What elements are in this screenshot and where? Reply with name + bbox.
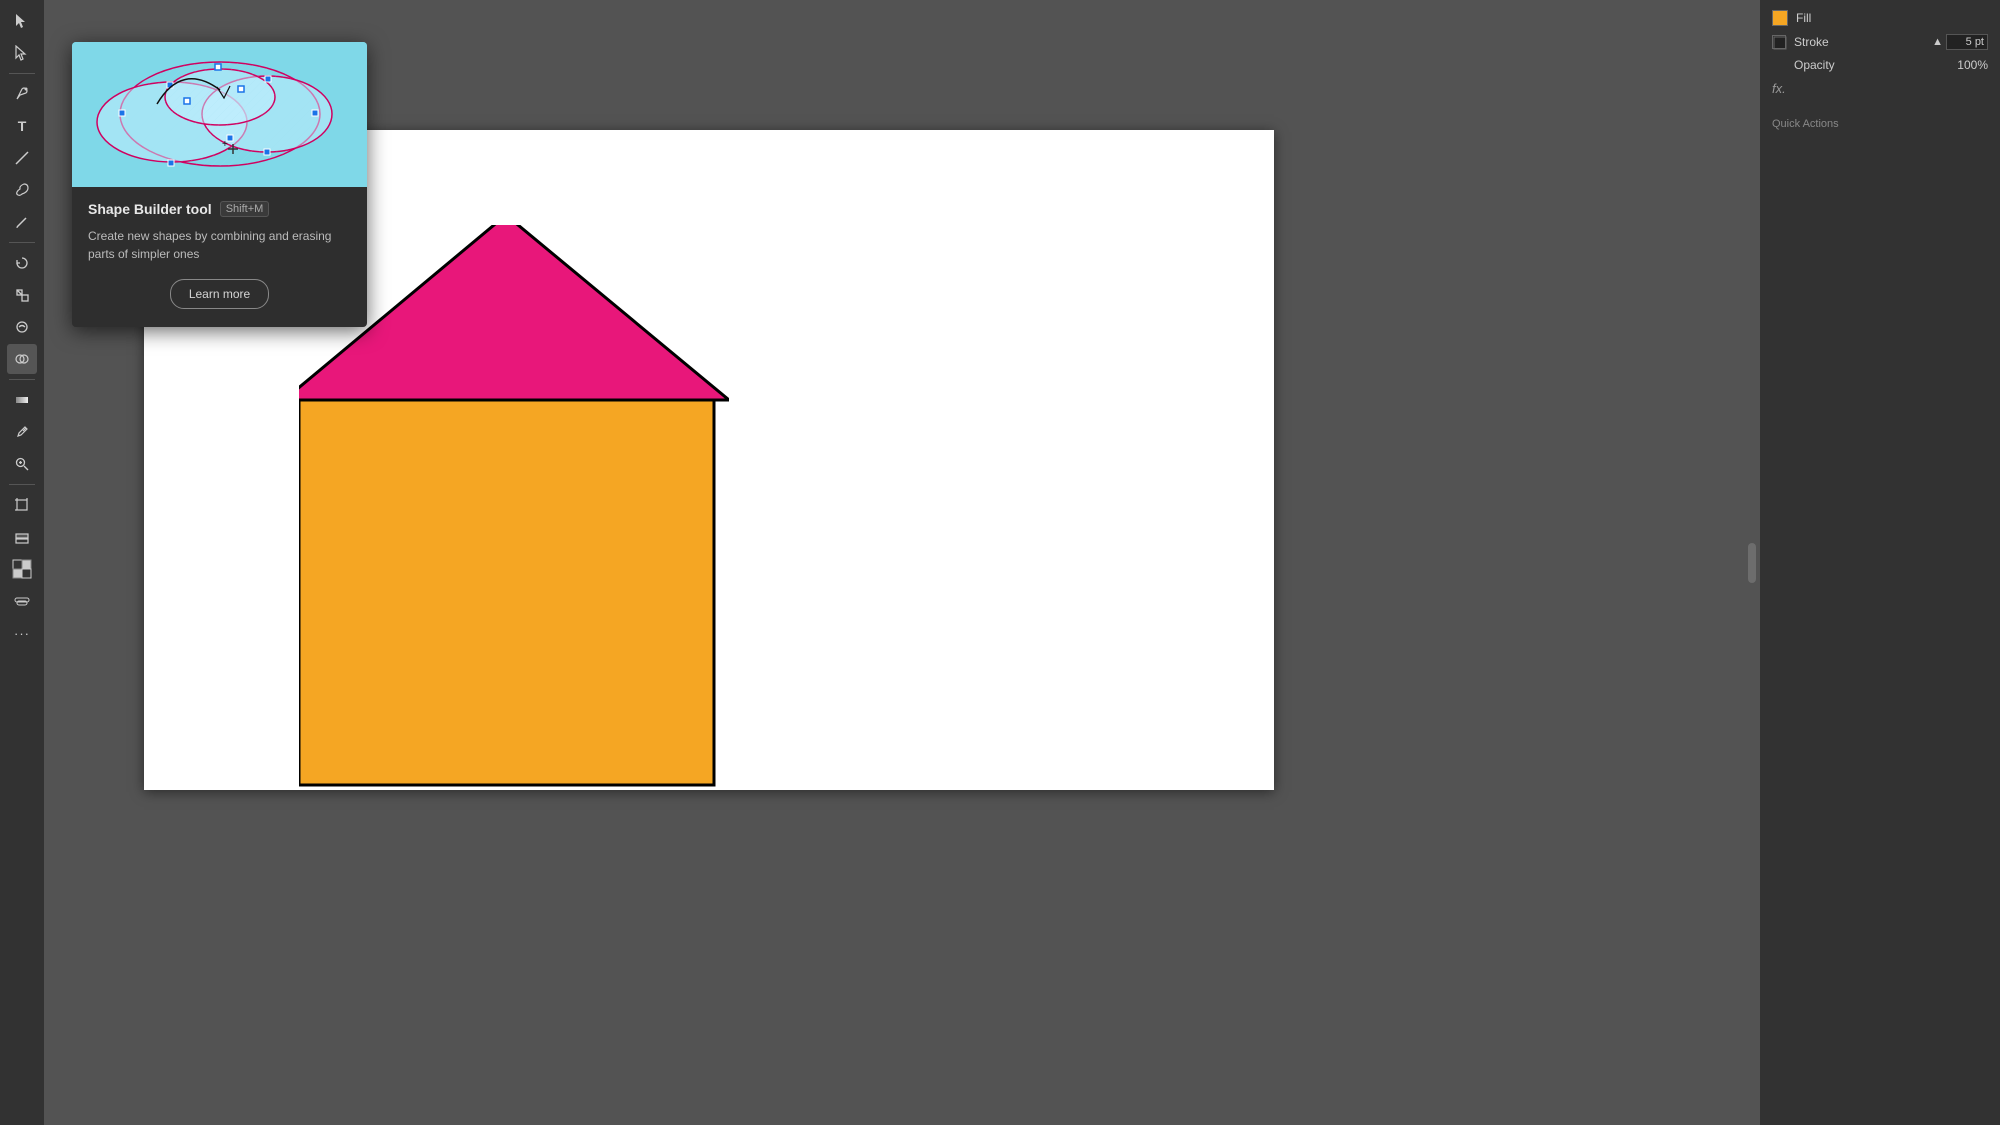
tool-scale[interactable]	[7, 280, 37, 310]
toolbar-separator-4	[9, 484, 35, 485]
tool-warp[interactable]	[7, 312, 37, 342]
fx-row: fx.	[1772, 80, 1988, 98]
stroke-value-input[interactable]	[1946, 34, 1988, 50]
fill-row: Fill	[1772, 10, 1988, 26]
tool-rotate[interactable]	[7, 248, 37, 278]
tool-direct-select[interactable]	[7, 38, 37, 68]
tool-more[interactable]: ···	[7, 618, 37, 648]
tool-shape-builder[interactable]	[7, 344, 37, 374]
quick-actions-section: Quick Actions	[1772, 114, 1988, 132]
tooltip-description: Create new shapes by combining and erasi…	[88, 227, 351, 263]
toolbar-separator-3	[9, 379, 35, 380]
tool-swatches[interactable]	[7, 554, 37, 584]
tooltip-body: Shape Builder tool Shift+M Create new sh…	[72, 187, 367, 327]
tool-line[interactable]	[7, 143, 37, 173]
tool-paintbrush[interactable]	[7, 175, 37, 205]
right-panel: Fill Stroke ▲ Opacity 100% fx. Quick Act…	[1760, 0, 2000, 1125]
tool-pen[interactable]	[7, 79, 37, 109]
tooltip-preview-image: +	[72, 42, 367, 187]
stroke-checkbox[interactable]	[1772, 35, 1786, 49]
stroke-label: Stroke	[1794, 35, 1932, 49]
main-area: + Shape Builder tool Shift+M Create new …	[44, 0, 1760, 1125]
tooltip-title-text: Shape Builder tool	[88, 201, 212, 217]
fx-label: fx.	[1772, 81, 1786, 96]
learn-more-button[interactable]: Learn more	[170, 279, 269, 309]
tool-artboard[interactable]	[7, 490, 37, 520]
tool-layers[interactable]	[7, 522, 37, 552]
fill-swatch[interactable]	[1772, 10, 1788, 26]
stroke-row: Stroke ▲	[1772, 34, 1988, 50]
left-toolbar: T ···	[0, 0, 44, 1125]
tool-patterns[interactable]	[7, 586, 37, 616]
tool-zoom[interactable]	[7, 449, 37, 479]
scroll-indicator[interactable]	[1748, 543, 1756, 583]
toolbar-separator-1	[9, 73, 35, 74]
tool-select[interactable]	[7, 6, 37, 36]
toolbar-separator-2	[9, 242, 35, 243]
tool-pencil[interactable]	[7, 207, 37, 237]
opacity-label: Opacity	[1794, 58, 1957, 72]
canvas-area[interactable]: + Shape Builder tool Shift+M Create new …	[44, 0, 1760, 1125]
quick-actions-label: Quick Actions	[1772, 118, 1839, 130]
tool-gradient[interactable]	[7, 385, 37, 415]
opacity-row: Opacity 100%	[1772, 58, 1988, 72]
svg-text:+: +	[222, 139, 228, 150]
tool-eyedropper[interactable]	[7, 417, 37, 447]
tooltip-title: Shape Builder tool Shift+M	[88, 201, 351, 217]
tool-type[interactable]: T	[7, 111, 37, 141]
tooltip-popup: + Shape Builder tool Shift+M Create new …	[72, 42, 367, 327]
opacity-value: 100%	[1957, 58, 1988, 72]
fill-label: Fill	[1796, 11, 1988, 25]
tooltip-shortcut: Shift+M	[220, 201, 270, 217]
tooltip-preview-svg: +	[72, 42, 367, 187]
